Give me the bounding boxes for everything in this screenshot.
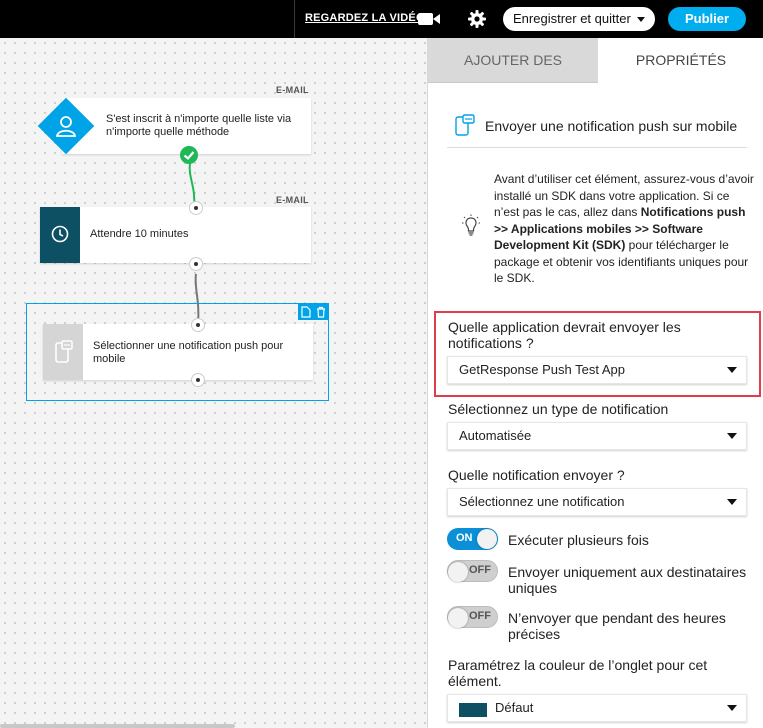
chevron-down-icon [727, 499, 737, 505]
panel-title: Envoyer une notification push sur mobile [485, 118, 738, 134]
save-and-quit-label: Enregistrer et quitter [513, 11, 631, 26]
sdk-info-text: Avant d’utiliser cet élément, assurez-vo… [494, 171, 756, 287]
toggle-state: OFF [469, 564, 491, 576]
chevron-down-icon [727, 705, 737, 711]
properties-panel: AJOUTER DES PROPRIÉTÉS Envoyer une notif… [427, 38, 763, 728]
user-icon [56, 116, 76, 137]
save-and-quit-button[interactable]: Enregistrer et quitter [503, 7, 655, 31]
check-icon [180, 146, 198, 164]
notification-field-label: Quelle notification envoyer ? [448, 467, 625, 483]
node-text: Sélectionner une notification push pour … [93, 340, 284, 365]
gear-icon[interactable] [467, 9, 487, 29]
toggle-state: ON [456, 532, 473, 544]
repeat-toggle-label: Exécuter plusieurs fois [508, 532, 649, 548]
node-text: S'est inscrit à n'importe quelle liste v… [106, 113, 292, 138]
chevron-down-icon [727, 433, 737, 439]
divider [294, 0, 295, 38]
color-field-label: Paramétrez la couleur de l’onglet pour c… [448, 657, 708, 689]
publish-button[interactable]: Publier [668, 7, 746, 31]
color-select[interactable]: Défaut [447, 694, 747, 722]
node-tag: E-MAIL [276, 195, 309, 205]
toggle-knob [448, 562, 468, 582]
divider [447, 147, 747, 148]
tab-add[interactable]: AJOUTER DES [428, 38, 598, 83]
color-select-value: Défaut [495, 700, 534, 715]
type-select-value: Automatisée [459, 428, 532, 443]
document-icon[interactable] [301, 306, 311, 318]
type-select[interactable]: Automatisée [447, 422, 747, 450]
mobile-push-icon [55, 340, 73, 363]
connector-dot[interactable] [191, 373, 205, 387]
video-camera-icon[interactable] [418, 12, 440, 26]
toggle-knob [477, 529, 497, 549]
app-select[interactable]: GetResponse Push Test App [447, 356, 747, 384]
type-field-label: Sélectionnez un type de notification [448, 401, 669, 417]
color-swatch [459, 703, 487, 717]
tab-properties[interactable]: PROPRIÉTÉS [598, 38, 763, 83]
horizontal-scrollbar[interactable] [0, 724, 235, 728]
mobile-push-icon [455, 114, 475, 136]
lightbulb-icon [462, 214, 480, 236]
toggle-state: OFF [469, 610, 491, 622]
chevron-down-icon [727, 367, 737, 373]
node-text: Attendre 10 minutes [90, 228, 189, 240]
notification-select[interactable]: Sélectionnez une notification [447, 488, 747, 516]
connector-dot[interactable] [191, 318, 205, 332]
unique-recipients-label: Envoyer uniquement aux destinataires uni… [508, 564, 747, 596]
trash-icon[interactable] [316, 306, 326, 318]
node-tag: E-MAIL [276, 85, 309, 95]
connector-dot[interactable] [189, 257, 203, 271]
watch-video-link[interactable]: REGARDEZ LA VIDÉO [305, 12, 425, 24]
unique-recipients-toggle[interactable]: OFF [447, 560, 498, 582]
repeat-toggle[interactable]: ON [447, 528, 498, 550]
top-bar: REGARDEZ LA VIDÉO Enregistrer et quitter… [0, 0, 763, 38]
app-field-label: Quelle application devrait envoyer les n… [448, 319, 681, 351]
notification-select-value: Sélectionnez une notification [459, 494, 625, 509]
toggle-knob [448, 608, 468, 628]
node-toolbar [298, 304, 329, 320]
connector-dot[interactable] [189, 201, 203, 215]
chevron-down-icon [637, 17, 645, 22]
time-window-toggle[interactable]: OFF [447, 606, 498, 628]
time-window-label: N’envoyer que pendant des heures précise… [508, 610, 726, 642]
app-select-value: GetResponse Push Test App [459, 362, 625, 377]
clock-icon [51, 225, 69, 243]
